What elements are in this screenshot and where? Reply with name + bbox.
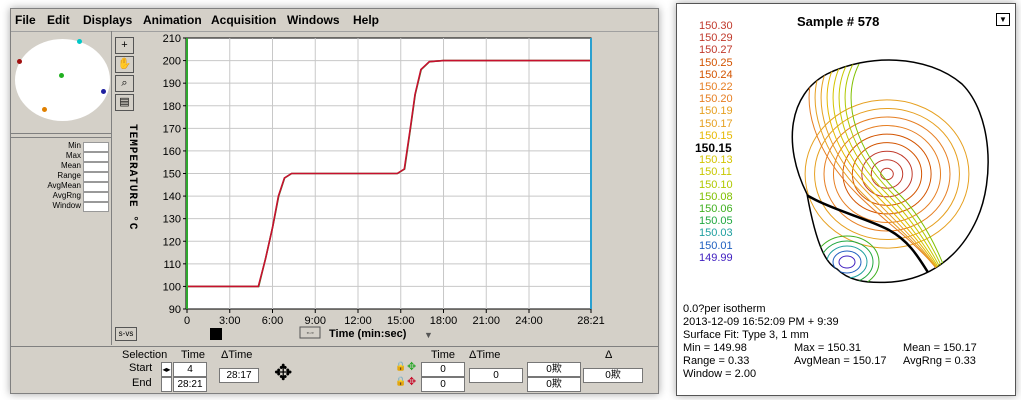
x-tick-label: 0 — [184, 315, 190, 327]
delta-time-field[interactable]: 28:17 — [219, 368, 259, 383]
start-label: Start — [129, 362, 153, 374]
selection-panel: Selection Time ΔTime Start End ◂▸ 4 28:2… — [11, 346, 658, 394]
color-swatch[interactable] — [210, 328, 222, 340]
x-axis-title: Time (min:sec) — [329, 328, 407, 340]
y-tick-label: 200 — [163, 56, 181, 68]
stat-min: Min = 149.98 — [683, 342, 747, 354]
end-label: End — [132, 377, 152, 389]
time-header: Time — [181, 349, 206, 361]
y-tick-label: 210 — [163, 33, 181, 45]
chevron-down-icon[interactable]: ▼ — [424, 330, 433, 340]
stat-avgrng: AvgRng = 0.33 — [903, 355, 976, 367]
cursor1-value-field[interactable]: 0欺 — [527, 362, 581, 377]
cursor1-time-field[interactable]: 0 — [421, 362, 465, 377]
isotherm-step: 0.0?per isotherm — [683, 303, 766, 315]
start-stepper[interactable]: ◂▸ — [161, 362, 172, 377]
y-tick-label: 100 — [163, 281, 181, 293]
timestamp: 2013-12-09 16:52:09 PM + 9:39 — [683, 316, 839, 328]
y-tick-label: 130 — [163, 214, 181, 226]
cursor-time-header: Time — [431, 349, 456, 361]
y-tick-label: 170 — [163, 123, 181, 135]
stat-range: Range = 0.33 — [683, 355, 750, 367]
cursor2-value-field[interactable]: 0欺 — [527, 377, 581, 392]
dtime-header: ΔTime — [221, 349, 253, 361]
x-tick-label: 12:00 — [344, 315, 372, 327]
cursor-dtime-header: ΔTime — [469, 349, 501, 361]
y-tick-label: 150 — [163, 169, 181, 181]
start-time-field[interactable]: 4 — [173, 362, 207, 377]
end-time-field[interactable]: 28:21 — [173, 377, 207, 392]
lock-icon[interactable]: 🔒 — [395, 361, 406, 372]
stat-avgmean: AvgMean = 150.17 — [794, 355, 887, 367]
move-arrows-icon[interactable]: ✥ — [274, 362, 292, 384]
surface-fit: Surface Fit: Type 3, 1 mm — [683, 329, 809, 341]
stat-window: Window = 2.00 — [683, 368, 757, 380]
lock-icon[interactable]: 🔒 — [395, 376, 406, 387]
x-tick-label: 9:00 — [305, 315, 326, 327]
delta-value-field[interactable]: 0欺 — [583, 368, 643, 383]
y-tick-label: 110 — [163, 259, 181, 271]
cursor-red-icon[interactable]: ✥ — [407, 375, 416, 388]
stat-max: Max = 150.31 — [794, 342, 861, 354]
sample-panel: Sample # 578 ▼ 150.30 150.29 150.27 150.25 1… — [676, 3, 1016, 396]
selection-label: Selection — [122, 349, 168, 361]
end-marker[interactable] — [161, 377, 172, 392]
y-tick-label: 160 — [163, 146, 181, 158]
temperature-chart: 90 100 110 120 130 140 150 160 170 180 190 200 210 0… — [163, 33, 605, 340]
y-tick-label: 140 — [163, 191, 181, 203]
y-tick-label: 180 — [163, 101, 181, 113]
delta-header: Δ — [605, 349, 613, 361]
stat-mean: Mean = 150.17 — [903, 342, 977, 354]
x-tick-label: 15:00 — [387, 315, 415, 327]
y-tick-label: 190 — [163, 78, 181, 90]
x-tick-label: 21:00 — [472, 315, 500, 327]
x-tick-label: 24:00 — [515, 315, 543, 327]
x-tick-label: 3:00 — [219, 315, 240, 327]
y-tick-label: 120 — [163, 236, 181, 248]
cursor-dtime-field[interactable]: 0 — [469, 368, 523, 383]
contour-map — [791, 59, 989, 284]
x-tick-label: 28:21 — [577, 315, 605, 327]
x-tick-label: 6:00 — [262, 315, 283, 327]
cursor2-time-field[interactable]: 0 — [421, 377, 465, 392]
app-window: File Edit Displays Animation Acquisition… — [10, 8, 659, 394]
cursor-green-icon[interactable]: ✥ — [407, 360, 416, 373]
time-format-icon: ◦·◦ — [306, 330, 313, 337]
x-tick-label: 18:00 — [430, 315, 458, 327]
y-tick-label: 90 — [169, 304, 181, 316]
